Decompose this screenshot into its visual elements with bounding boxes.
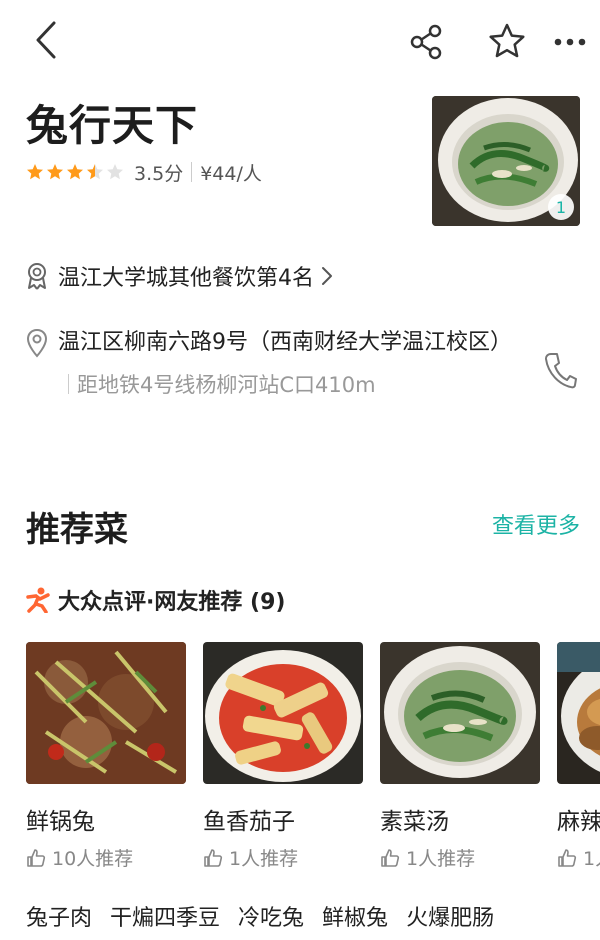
photo-count-badge: 1 <box>548 194 574 220</box>
dish-recommend-count: 10人推荐 <box>26 844 186 871</box>
dish-name: 鲜锅兔 <box>26 809 95 835</box>
address-block[interactable]: 温江区柳南六路9号（西南财经大学温江校区） 距地铁4号线杨柳河站C口410m <box>58 322 512 407</box>
favorite-button[interactable] <box>484 18 530 64</box>
shop-cover-photo[interactable]: 1 <box>432 96 580 226</box>
dish-recommend-text: 10人推荐 <box>52 848 134 870</box>
chevron-right-icon <box>322 267 332 285</box>
dish-recommend-text: 1人 <box>583 848 600 870</box>
metro-distance: 距地铁4号线杨柳河站C口410m <box>77 373 376 397</box>
dianping-logo-icon <box>26 587 50 613</box>
section-title-recommend: 推荐菜 <box>26 510 128 550</box>
rating-star-icon <box>27 164 43 180</box>
dish-tag[interactable]: 鲜椒兔 <box>322 900 388 932</box>
price-per-person: ¥44/人 <box>200 162 262 185</box>
thumbs-up-icon <box>381 848 400 867</box>
dish-carousel[interactable]: 鲜锅兔 10人推荐 鱼香茄子 1人推荐 素菜汤 1人推荐 麻辣 1 <box>26 642 600 882</box>
back-button[interactable] <box>26 18 66 62</box>
dish-name: 素菜汤 <box>380 809 449 835</box>
share-icon <box>410 24 442 60</box>
rating-star-icon <box>107 164 123 180</box>
dish-tags: 兔子肉 干煸四季豆 冷吃兔 鲜椒兔 火爆肥肠 <box>26 900 494 932</box>
dish-photo <box>203 642 363 784</box>
rating-stars <box>26 163 124 181</box>
dish-recommend-count: 1人推荐 <box>380 844 540 871</box>
thumbs-up-icon <box>27 848 46 867</box>
dish-name: 鱼香茄子 <box>203 809 295 835</box>
dish-recommend-text: 1人推荐 <box>406 848 476 870</box>
award-ribbon-icon <box>28 263 46 290</box>
thumbs-up-icon <box>204 848 223 867</box>
dish-name: 麻辣 <box>557 809 600 835</box>
dish-tag[interactable]: 冷吃兔 <box>238 900 304 932</box>
dish-tag[interactable]: 兔子肉 <box>26 900 92 932</box>
dish-recommend-count: 1人 <box>557 844 600 871</box>
rating-star-icon <box>87 164 103 180</box>
dish-card[interactable]: 鱼香茄子 1人推荐 <box>203 642 363 871</box>
phone-button[interactable] <box>538 348 582 392</box>
shop-name: 兔行天下 <box>26 101 199 150</box>
top-bar <box>0 0 600 84</box>
rating-row: 3.5分 ¥44/人 <box>26 156 262 188</box>
dish-recommend-count: 1人推荐 <box>203 844 363 871</box>
rating-star-icon <box>67 164 83 180</box>
more-button[interactable] <box>548 22 592 62</box>
dish-photo <box>380 642 540 784</box>
phone-icon <box>544 353 577 389</box>
dish-card[interactable]: 麻辣 1人 <box>557 642 600 871</box>
dish-card[interactable]: 鲜锅兔 10人推荐 <box>26 642 186 871</box>
share-button[interactable] <box>404 20 450 64</box>
ranking-text: 温江大学城其他餐饮第4名 <box>58 266 314 291</box>
rating-star-icon <box>47 164 63 180</box>
view-more-link[interactable]: 查看更多 <box>492 508 580 540</box>
dish-tag[interactable]: 干煸四季豆 <box>110 900 220 932</box>
ranking-row[interactable]: 温江大学城其他餐饮第4名 <box>26 256 334 296</box>
address-text: 温江区柳南六路9号（西南财经大学温江校区） <box>58 330 512 355</box>
dish-tag[interactable]: 火爆肥肠 <box>406 900 494 932</box>
dish-card[interactable]: 素菜汤 1人推荐 <box>380 642 540 871</box>
divider <box>191 162 193 182</box>
dish-photo <box>557 642 600 784</box>
rating-score: 3.5分 <box>134 162 184 185</box>
back-arrow-icon <box>36 21 56 59</box>
location-pin-icon <box>26 328 48 358</box>
recommend-source: 大众点评·网友推荐 (9) <box>58 590 286 615</box>
dish-recommend-text: 1人推荐 <box>229 848 299 870</box>
star-outline-icon <box>489 23 525 58</box>
dish-photo <box>26 642 186 784</box>
divider <box>68 374 69 394</box>
thumbs-up-icon <box>558 848 577 867</box>
more-dots-icon <box>554 38 586 46</box>
recommend-source-row: 大众点评·网友推荐 (9) <box>26 582 285 618</box>
